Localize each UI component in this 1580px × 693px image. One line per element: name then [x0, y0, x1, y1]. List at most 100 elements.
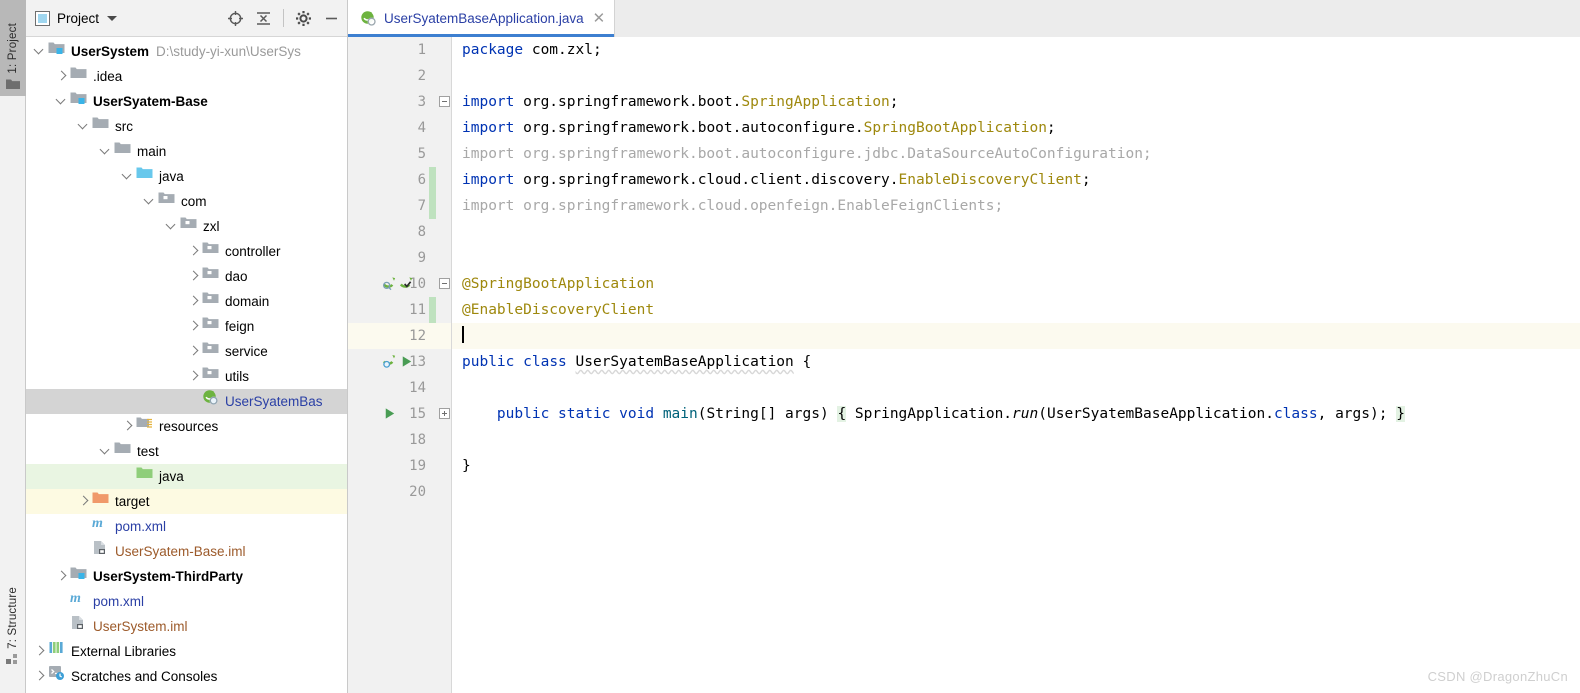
spring-bean-check-icon[interactable] [399, 276, 414, 295]
gutter-icons[interactable] [382, 354, 414, 373]
chevron-right-icon[interactable] [32, 664, 48, 689]
chevron-right-icon[interactable] [54, 64, 70, 89]
fold-gutter[interactable] [436, 37, 452, 693]
tree-node-usersystem-thirdparty[interactable]: UserSystem-ThirdParty [26, 564, 347, 589]
fold-line [436, 167, 451, 193]
tree-node-scratches-and-consoles[interactable]: Scratches and Consoles [26, 664, 347, 689]
code-line[interactable] [452, 323, 1580, 349]
minimize-icon[interactable] [323, 10, 340, 27]
tree-node-usersyatem-base[interactable]: UserSyatem-Base [26, 89, 347, 114]
gutter-icons[interactable] [382, 276, 414, 295]
editor-tab[interactable]: UserSyatemBaseApplication.java ✕ [348, 0, 616, 37]
code-line[interactable]: import org.springframework.cloud.client.… [452, 167, 1580, 193]
chevron-down-icon[interactable] [120, 164, 136, 189]
chevron-right-icon[interactable] [120, 414, 136, 439]
tree-node-label: Scratches and Consoles [71, 669, 218, 684]
vcs-change-marker[interactable] [429, 297, 436, 323]
tree-node-usersystem[interactable]: UserSystem D:\study-yi-xun\UserSys [26, 39, 347, 64]
chevron-right-icon[interactable] [76, 489, 92, 514]
spring-bean-search-icon[interactable] [382, 276, 397, 295]
tree-node-label: UserSyatemBas [225, 394, 323, 409]
code-line[interactable]: import org.springframework.boot.autoconf… [452, 141, 1580, 167]
tree-node-java[interactable]: java [26, 464, 347, 489]
tree-node-feign[interactable]: feign [26, 314, 347, 339]
code-line[interactable]: public class UserSyatemBaseApplication { [452, 349, 1580, 375]
tree-node-pom-xml[interactable]: m pom.xml [26, 589, 347, 614]
tree-node-usersystem-iml[interactable]: UserSystem.iml [26, 614, 347, 639]
settings-gear-icon[interactable] [295, 10, 312, 27]
fold-line [436, 323, 451, 349]
tree-node-target[interactable]: target [26, 489, 347, 514]
code-line[interactable] [452, 63, 1580, 89]
tree-node-usersyatem-base-iml[interactable]: UserSyatem-Base.iml [26, 539, 347, 564]
svg-text:m: m [92, 516, 103, 531]
chevron-down-icon[interactable] [54, 89, 70, 114]
fold-expand-icon[interactable] [439, 408, 450, 419]
close-icon[interactable]: ✕ [593, 11, 606, 26]
rail-button-structure[interactable]: 7: Structure [0, 565, 26, 671]
tree-node-pom-xml[interactable]: m pom.xml [26, 514, 347, 539]
tree-node-label: src [115, 119, 133, 134]
project-tree[interactable]: UserSystem D:\study-yi-xun\UserSys .idea Us… [26, 37, 347, 693]
code-line[interactable]: import org.springframework.cloud.openfei… [452, 193, 1580, 219]
code-line[interactable]: import org.springframework.boot.SpringAp… [452, 89, 1580, 115]
chevron-right-icon[interactable] [54, 564, 70, 589]
code-line[interactable]: package com.zxl; [452, 37, 1580, 63]
tree-node-domain[interactable]: domain [26, 289, 347, 314]
run-arrow-icon[interactable] [382, 406, 397, 425]
spring-boot-icon[interactable] [382, 354, 397, 373]
chevron-down-icon[interactable] [142, 189, 158, 214]
tree-node-service[interactable]: service [26, 339, 347, 364]
code-line[interactable]: @SpringBootApplication [452, 271, 1580, 297]
tree-node-main[interactable]: main [26, 139, 347, 164]
chevron-down-icon[interactable] [164, 214, 180, 239]
chevron-right-icon[interactable] [32, 639, 48, 664]
tree-node-com[interactable]: com [26, 189, 347, 214]
chevron-down-icon[interactable] [76, 114, 92, 139]
fold-collapse-icon[interactable] [439, 96, 450, 107]
chevron-right-icon[interactable] [186, 314, 202, 339]
code-content[interactable]: package com.zxl; import org.springframewo… [452, 37, 1580, 693]
code-line[interactable] [452, 479, 1580, 505]
chevron-right-icon[interactable] [186, 364, 202, 389]
code-editor[interactable]: 1 2 3 4 5 6 7 8 9 10 11 12 13 14 15 18 19 20 package com.… [348, 37, 1580, 693]
chevron-right-icon[interactable] [186, 239, 202, 264]
tree-node-controller[interactable]: controller [26, 239, 347, 264]
chevron-down-icon[interactable] [98, 439, 114, 464]
rail-button-project[interactable]: 1: Project [0, 0, 26, 96]
code-line[interactable]: } [452, 453, 1580, 479]
gutter-line: 18 [348, 427, 436, 453]
code-line[interactable] [452, 427, 1580, 453]
collapse-all-icon[interactable] [255, 10, 272, 27]
chevron-down-icon[interactable] [32, 39, 48, 64]
chevron-right-icon[interactable] [186, 289, 202, 314]
chevron-down-icon[interactable] [98, 139, 114, 164]
fold-collapse-icon[interactable] [439, 278, 450, 289]
tree-node-utils[interactable]: utils [26, 364, 347, 389]
tree-node-java[interactable]: java [26, 164, 347, 189]
tree-node-dao[interactable]: dao [26, 264, 347, 289]
run-arrow-icon[interactable] [399, 354, 414, 373]
fold-line [436, 193, 451, 219]
code-line[interactable] [452, 219, 1580, 245]
tree-node-resources[interactable]: resources [26, 414, 347, 439]
chevron-right-icon[interactable] [186, 264, 202, 289]
tree-node-usersyatembas[interactable]: UserSyatemBas [26, 389, 347, 414]
locate-icon[interactable] [227, 10, 244, 27]
chevron-down-icon[interactable] [107, 15, 118, 21]
tree-node-test[interactable]: test [26, 439, 347, 464]
vcs-change-marker[interactable] [429, 167, 436, 219]
chevron-right-icon[interactable] [186, 339, 202, 364]
code-line[interactable] [452, 245, 1580, 271]
tree-node-idea[interactable]: .idea [26, 64, 347, 89]
gutter-icons[interactable] [382, 406, 397, 425]
tree-node-src[interactable]: src [26, 114, 347, 139]
code-line[interactable]: import org.springframework.boot.autoconf… [452, 115, 1580, 141]
tree-node-zxl[interactable]: zxl [26, 214, 347, 239]
code-line[interactable] [452, 375, 1580, 401]
code-line[interactable]: @EnableDiscoveryClient [452, 297, 1580, 323]
tree-node-external-libraries[interactable]: External Libraries [26, 639, 347, 664]
code-line[interactable]: public static void main(String[] args) {… [452, 401, 1580, 427]
